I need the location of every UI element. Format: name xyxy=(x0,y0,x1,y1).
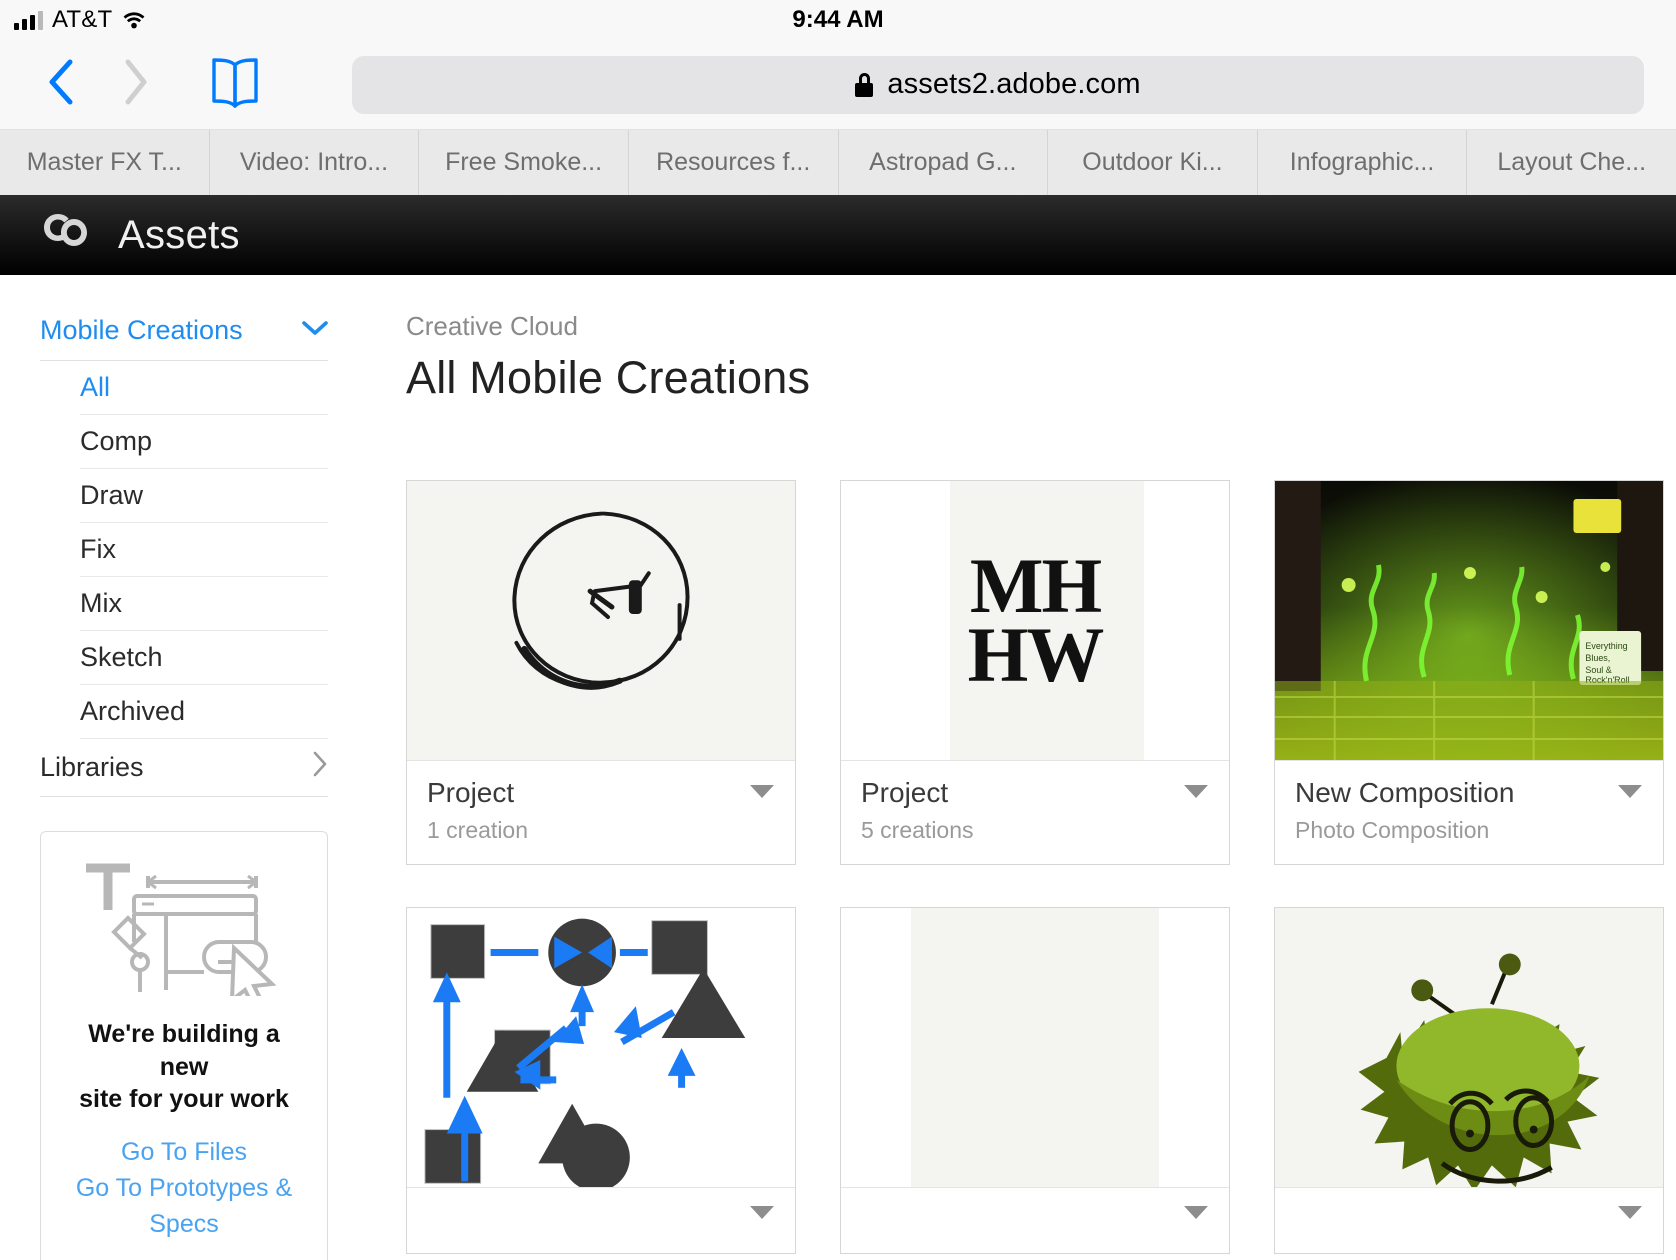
browser-tab[interactable]: Astropad G... xyxy=(839,130,1049,195)
creative-cloud-logo-icon[interactable] xyxy=(38,210,94,261)
sidebar-group-mobile-creations[interactable]: Mobile Creations xyxy=(40,315,328,361)
chevron-down-icon xyxy=(302,320,328,341)
asset-card[interactable]: MH HW Project 5 creations xyxy=(840,480,1230,865)
sidebar-item-archived[interactable]: Archived xyxy=(80,685,328,739)
chevron-right-icon xyxy=(122,59,148,110)
thumb-right-margin xyxy=(1143,481,1229,760)
browser-tab[interactable]: Layout Che... xyxy=(1467,130,1676,195)
url-text: assets2.adobe.com xyxy=(887,68,1141,100)
svg-text:Soul &: Soul & xyxy=(1585,664,1611,674)
asset-card[interactable] xyxy=(406,907,796,1254)
bookmarks-button[interactable] xyxy=(200,56,270,113)
card-header-row xyxy=(1295,1204,1643,1225)
triangle-down-icon[interactable] xyxy=(749,783,775,804)
design-tools-illustration-icon xyxy=(63,860,305,996)
chevron-left-icon xyxy=(48,59,74,110)
page-title: All Mobile Creations xyxy=(406,352,811,403)
promo-title-line2: site for your work xyxy=(79,1085,289,1113)
shapes-and-arrows-diagram-thumbnail[interactable] xyxy=(407,908,795,1188)
svg-text:Blues,: Blues, xyxy=(1585,652,1610,662)
app-header: Assets xyxy=(0,195,1676,275)
card-footer xyxy=(407,1188,795,1253)
triangle-down-icon[interactable] xyxy=(1183,783,1209,804)
card-title: Project xyxy=(861,777,949,808)
green-smoke-street-photo-thumbnail[interactable]: Everything Blues, Soul & Rock'n'Roll xyxy=(1275,481,1663,761)
browser-tab[interactable]: Resources f... xyxy=(629,130,839,195)
browser-tab[interactable]: Free Smoke... xyxy=(419,130,629,195)
go-to-files-link[interactable]: Go To Files xyxy=(63,1134,305,1170)
sidebar-item-draw[interactable]: Draw xyxy=(80,469,328,523)
asset-grid: Project 1 creation MH HW Project 5 creat… xyxy=(406,480,1676,1254)
svg-text:Everything: Everything xyxy=(1585,640,1627,650)
sidebar-item-label: Libraries xyxy=(40,752,144,782)
sidebar-sub-items: All Comp Draw Fix Mix Sketch Archived xyxy=(40,361,328,739)
ios-status-bar: AT&T 9:44 AM xyxy=(0,0,1676,40)
forward-button[interactable] xyxy=(98,59,172,110)
sidebar-group-label: Mobile Creations xyxy=(40,315,243,345)
breadcrumb: Creative Cloud xyxy=(406,311,578,341)
card-header-row: Project xyxy=(861,777,1209,809)
triangle-down-icon[interactable] xyxy=(749,1204,775,1225)
book-icon xyxy=(210,56,260,113)
go-to-prototypes-specs-link[interactable]: Go To Prototypes & Specs xyxy=(63,1170,305,1243)
page-body: Mobile Creations All Comp Draw Fix Mix S… xyxy=(0,275,1676,1260)
browser-tab[interactable]: Infographic... xyxy=(1258,130,1468,195)
green-monster-character-thumbnail[interactable] xyxy=(1275,908,1663,1188)
card-subtitle: Photo Composition xyxy=(1295,817,1490,843)
sidebar: Mobile Creations All Comp Draw Fix Mix S… xyxy=(0,275,370,1260)
clock-label: 9:44 AM xyxy=(792,6,884,33)
thumb-left-margin xyxy=(841,481,950,760)
chevron-right-icon xyxy=(312,751,328,784)
app-title: Assets xyxy=(118,212,240,257)
card-subtitle: 1 creation xyxy=(427,817,529,843)
card-footer xyxy=(1275,1188,1663,1253)
card-footer: Project 5 creations xyxy=(841,761,1229,864)
sidebar-item-sketch[interactable]: Sketch xyxy=(80,631,328,685)
card-header-row: Project xyxy=(427,777,775,809)
triangle-down-icon[interactable] xyxy=(1617,1204,1643,1225)
card-subtitle: 5 creations xyxy=(861,817,974,843)
monogram-text: MH HW xyxy=(967,547,1105,698)
asset-card[interactable] xyxy=(1274,907,1664,1254)
lock-icon xyxy=(855,72,874,97)
card-header-row xyxy=(861,1204,1209,1225)
blank-canvas-thumbnail[interactable] xyxy=(841,908,1229,1188)
monogram-line-2: HW xyxy=(967,610,1105,698)
browser-tab[interactable]: Video: Intro... xyxy=(210,130,420,195)
card-title: Project xyxy=(427,777,515,808)
sidebar-item-fix[interactable]: Fix xyxy=(80,523,328,577)
promo-card: We're building a new site for your work … xyxy=(40,831,328,1260)
triangle-down-icon[interactable] xyxy=(1183,1204,1209,1225)
card-footer: New Composition Photo Composition xyxy=(1275,761,1663,864)
back-button[interactable] xyxy=(24,59,98,110)
monogram-mh-hw-thumbnail[interactable]: MH HW xyxy=(841,481,1229,761)
sidebar-item-comp[interactable]: Comp xyxy=(80,415,328,469)
card-header-row xyxy=(427,1204,775,1225)
asset-card[interactable]: Project 1 creation xyxy=(406,480,796,865)
card-header-row: New Composition xyxy=(1295,777,1643,809)
card-footer: Project 1 creation xyxy=(407,761,795,864)
card-footer xyxy=(841,1188,1229,1253)
sidebar-item-all[interactable]: All xyxy=(80,361,328,415)
asset-card[interactable] xyxy=(840,907,1230,1254)
sketch-circle-drawing-thumbnail[interactable] xyxy=(407,481,795,761)
browser-tab-strip: Master FX T... Video: Intro... Free Smok… xyxy=(0,130,1676,195)
card-title: New Composition xyxy=(1295,777,1515,808)
address-bar[interactable]: assets2.adobe.com xyxy=(352,55,1644,114)
browser-tab[interactable]: Master FX T... xyxy=(0,130,210,195)
browser-tab[interactable]: Outdoor Ki... xyxy=(1048,130,1258,195)
sidebar-item-mix[interactable]: Mix xyxy=(80,577,328,631)
asset-card[interactable]: Everything Blues, Soul & Rock'n'Roll New… xyxy=(1274,480,1664,865)
triangle-down-icon[interactable] xyxy=(1617,783,1643,804)
sidebar-item-libraries[interactable]: Libraries xyxy=(40,739,328,797)
promo-title-line1: We're building a new xyxy=(88,1020,280,1081)
promo-title: We're building a new site for your work xyxy=(63,1018,305,1116)
blank-canvas-area xyxy=(911,908,1159,1187)
browser-toolbar: assets2.adobe.com xyxy=(0,40,1676,130)
main-content: Creative Cloud All Mobile Creations Proj… xyxy=(370,275,1676,1259)
